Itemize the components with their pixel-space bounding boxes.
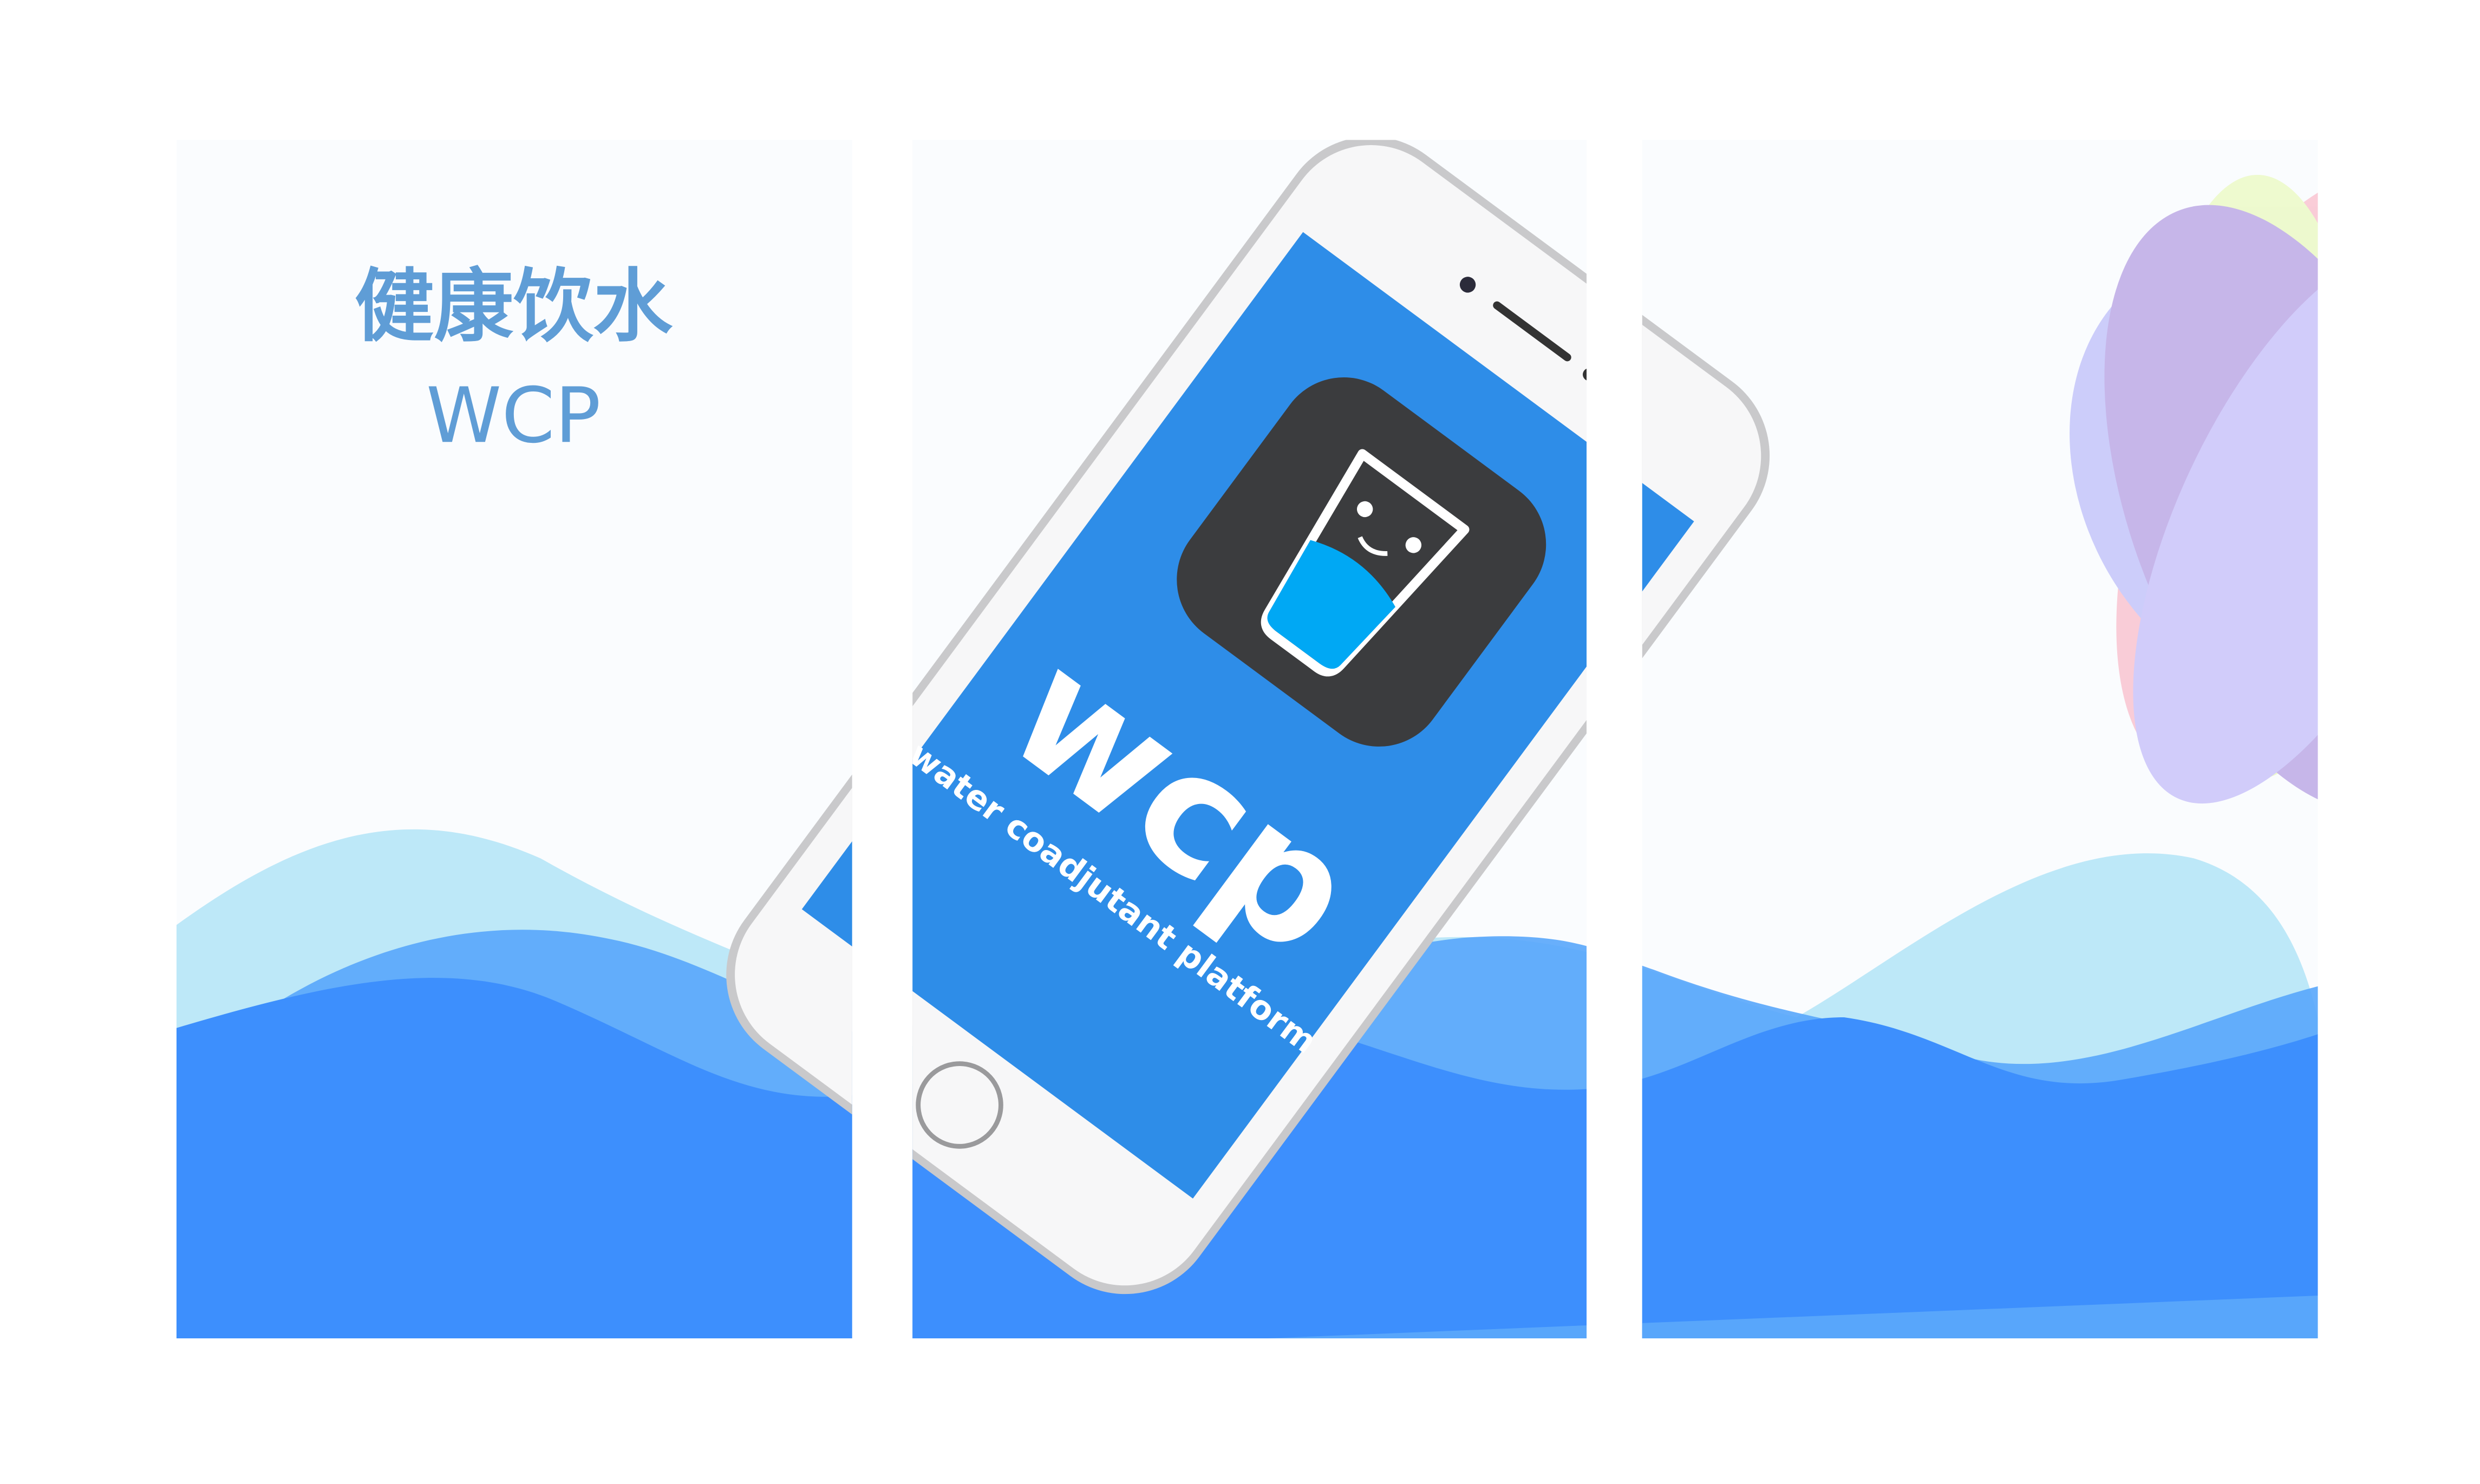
title-cn: 健康饮水: [355, 260, 673, 353]
phone-mockup: wcp water coadjutant platform: [726, 140, 1770, 1295]
title-en: WCP: [426, 371, 601, 460]
promo-canvas: wcp water coadjutant platform 健康饮水 WCP: [176, 140, 2318, 1339]
